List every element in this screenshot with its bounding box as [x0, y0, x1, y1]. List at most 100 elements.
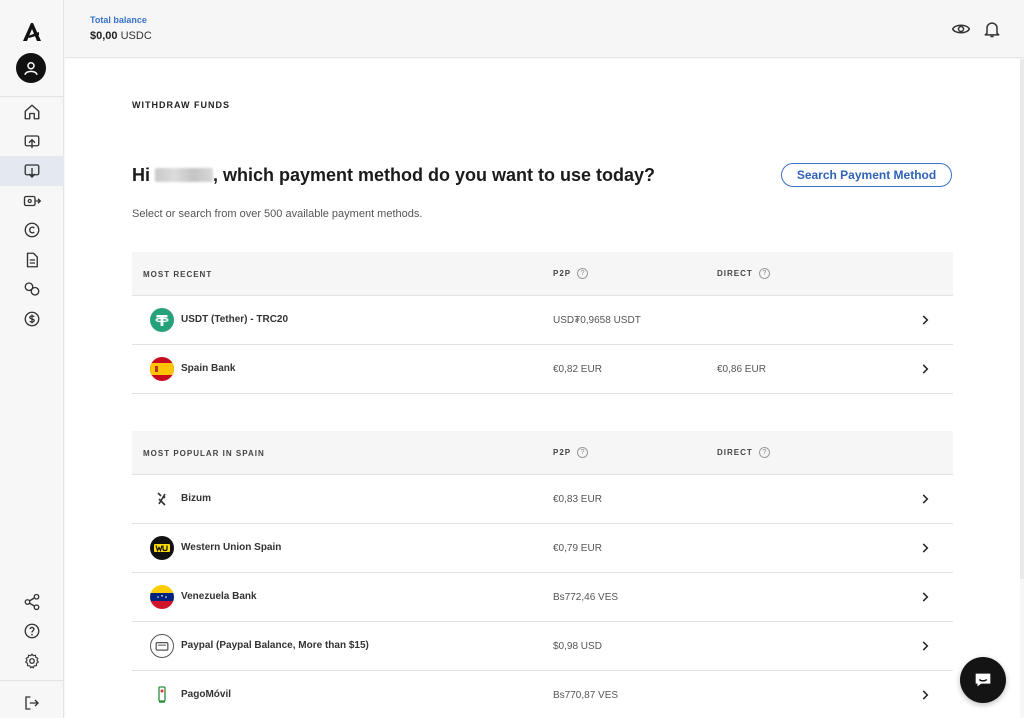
app-logo[interactable] [20, 20, 44, 44]
gear-icon [25, 653, 39, 669]
p2p-label: P2P [553, 448, 572, 457]
most-popular-header: MOST POPULAR IN SPAIN [143, 449, 265, 458]
sidebar-item-logout[interactable] [0, 688, 64, 718]
payment-row-venezuela-bank[interactable]: Venezuela Bank Bs772,46 VES [132, 573, 953, 622]
direct-info-icon[interactable]: ? [758, 268, 770, 279]
table-header: MOST POPULAR IN SPAIN P2P? DIRECT? [132, 431, 953, 475]
chevron-right-icon [922, 364, 929, 374]
greeting-suffix: , which payment method do you want to us… [213, 165, 656, 185]
p2p-rate: €0,79 EUR [553, 543, 602, 554]
direct-label: DIRECT [717, 448, 753, 457]
payment-row-bizum[interactable]: Bizum €0,83 EUR [132, 475, 953, 524]
tether-icon [150, 308, 174, 332]
sidebar-item-deposit[interactable] [0, 127, 64, 157]
chat-icon [975, 673, 991, 687]
p2p-column-header: P2P? [553, 447, 589, 458]
notifications-button[interactable] [982, 19, 1002, 39]
sidebar-item-share[interactable] [0, 587, 64, 617]
scrollbar[interactable] [1020, 59, 1024, 579]
payment-method-name: Venezuela Bank [181, 591, 257, 602]
chevron-right-icon [922, 315, 929, 325]
most-popular-table: MOST POPULAR IN SPAIN P2P? DIRECT? Bizum… [132, 431, 953, 718]
most-recent-table: MOST RECENT P2P? DIRECT? USDT (Tether) -… [132, 252, 953, 394]
sidebar-item-copyright[interactable] [0, 215, 64, 245]
eye-icon [951, 24, 971, 34]
top-header: Total balance $0,00 USDC [65, 0, 1024, 58]
p2p-rate: USD₮0,9658 USDT [553, 315, 641, 326]
logout-icon [25, 696, 39, 710]
greeting-prefix: Hi [132, 165, 150, 185]
payment-row-usdt[interactable]: USDT (Tether) - TRC20 USD₮0,9658 USDT [132, 296, 953, 345]
sidebar-item-settings[interactable] [0, 646, 64, 676]
pagomovil-icon [150, 683, 174, 707]
p2p-label: P2P [553, 269, 572, 278]
p2p-rate: €0,83 EUR [553, 494, 602, 505]
payment-row-western-union[interactable]: Western Union Spain €0,79 EUR [132, 524, 953, 573]
balance-amount: $0,00 [90, 30, 118, 42]
p2p-rate: €0,82 EUR [553, 364, 602, 375]
paypal-icon [150, 634, 174, 658]
sidebar-item-documents[interactable] [0, 245, 64, 275]
dollar-icon [24, 311, 40, 327]
user-avatar[interactable] [16, 53, 46, 83]
table-header: MOST RECENT P2P? DIRECT? [132, 252, 953, 296]
total-balance-label: Total balance [90, 15, 147, 25]
venezuela-flag-icon [150, 585, 174, 609]
sidebar [0, 0, 64, 718]
deposit-icon [24, 135, 40, 148]
chevron-right-icon [922, 543, 929, 553]
payment-method-name: PagoMóvil [181, 689, 232, 700]
search-payment-method-button[interactable]: Search Payment Method [781, 163, 952, 187]
page-subtitle: Select or search from over 500 available… [132, 208, 423, 220]
chevron-right-icon [922, 592, 929, 602]
chat-support-button[interactable] [960, 657, 1006, 703]
withdraw-icon [24, 164, 40, 178]
total-balance-value: $0,00 USDC [90, 30, 152, 42]
western-union-icon [150, 536, 174, 560]
help-icon [24, 623, 40, 639]
chevron-right-icon [922, 641, 929, 651]
sidebar-item-withdraw[interactable] [0, 156, 64, 186]
payment-row-spain-bank[interactable]: Spain Bank €0,82 EUR €0,86 EUR [132, 345, 953, 394]
sidebar-item-dollar[interactable] [0, 304, 64, 334]
blurred-username [155, 168, 214, 182]
sidebar-item-exchange[interactable] [0, 274, 64, 304]
main-content: WITHDRAW FUNDS Hi , which payment method… [65, 59, 1020, 718]
payment-method-name: Western Union Spain [181, 542, 282, 553]
sidebar-item-transfer[interactable] [0, 186, 64, 216]
p2p-rate: $0,98 USD [553, 641, 602, 652]
p2p-column-header: P2P? [553, 268, 589, 279]
p2p-info-icon[interactable]: ? [577, 268, 589, 279]
direct-info-icon[interactable]: ? [758, 447, 770, 458]
share-icon [24, 593, 40, 611]
bell-icon [984, 22, 1000, 38]
chevron-right-icon [922, 690, 929, 700]
toggle-visibility-button[interactable] [951, 19, 971, 39]
direct-column-header: DIRECT? [717, 447, 770, 458]
exchange-icon [24, 282, 40, 296]
spain-flag-icon [150, 357, 174, 381]
p2p-info-icon[interactable]: ? [577, 447, 589, 458]
payment-method-name: Spain Bank [181, 363, 236, 374]
sidebar-item-home[interactable] [0, 97, 64, 127]
sidebar-divider [0, 680, 64, 681]
balance-currency: USDC [120, 30, 152, 42]
payment-method-name: Bizum [181, 493, 211, 504]
p2p-rate: Bs772,46 VES [553, 592, 619, 603]
direct-column-header: DIRECT? [717, 268, 770, 279]
chevron-right-icon [922, 494, 929, 504]
home-icon [24, 104, 40, 120]
payment-row-paypal[interactable]: Paypal (Paypal Balance, More than $15) $… [132, 622, 953, 671]
most-recent-header: MOST RECENT [143, 270, 213, 279]
greeting-heading: Hi , which payment method do you want to… [132, 165, 655, 186]
sidebar-item-help[interactable] [0, 616, 64, 646]
payment-method-name: USDT (Tether) - TRC20 [181, 314, 289, 325]
document-icon [26, 252, 38, 268]
transfer-icon [23, 195, 41, 207]
page-title: WITHDRAW FUNDS [132, 100, 230, 110]
payment-method-name: Paypal (Paypal Balance, More than $15) [181, 640, 369, 651]
bizum-icon [150, 487, 174, 511]
copyright-icon [24, 222, 40, 238]
payment-row-pagomovil[interactable]: PagoMóvil Bs770,87 VES [132, 671, 953, 718]
p2p-rate: Bs770,87 VES [553, 690, 619, 701]
